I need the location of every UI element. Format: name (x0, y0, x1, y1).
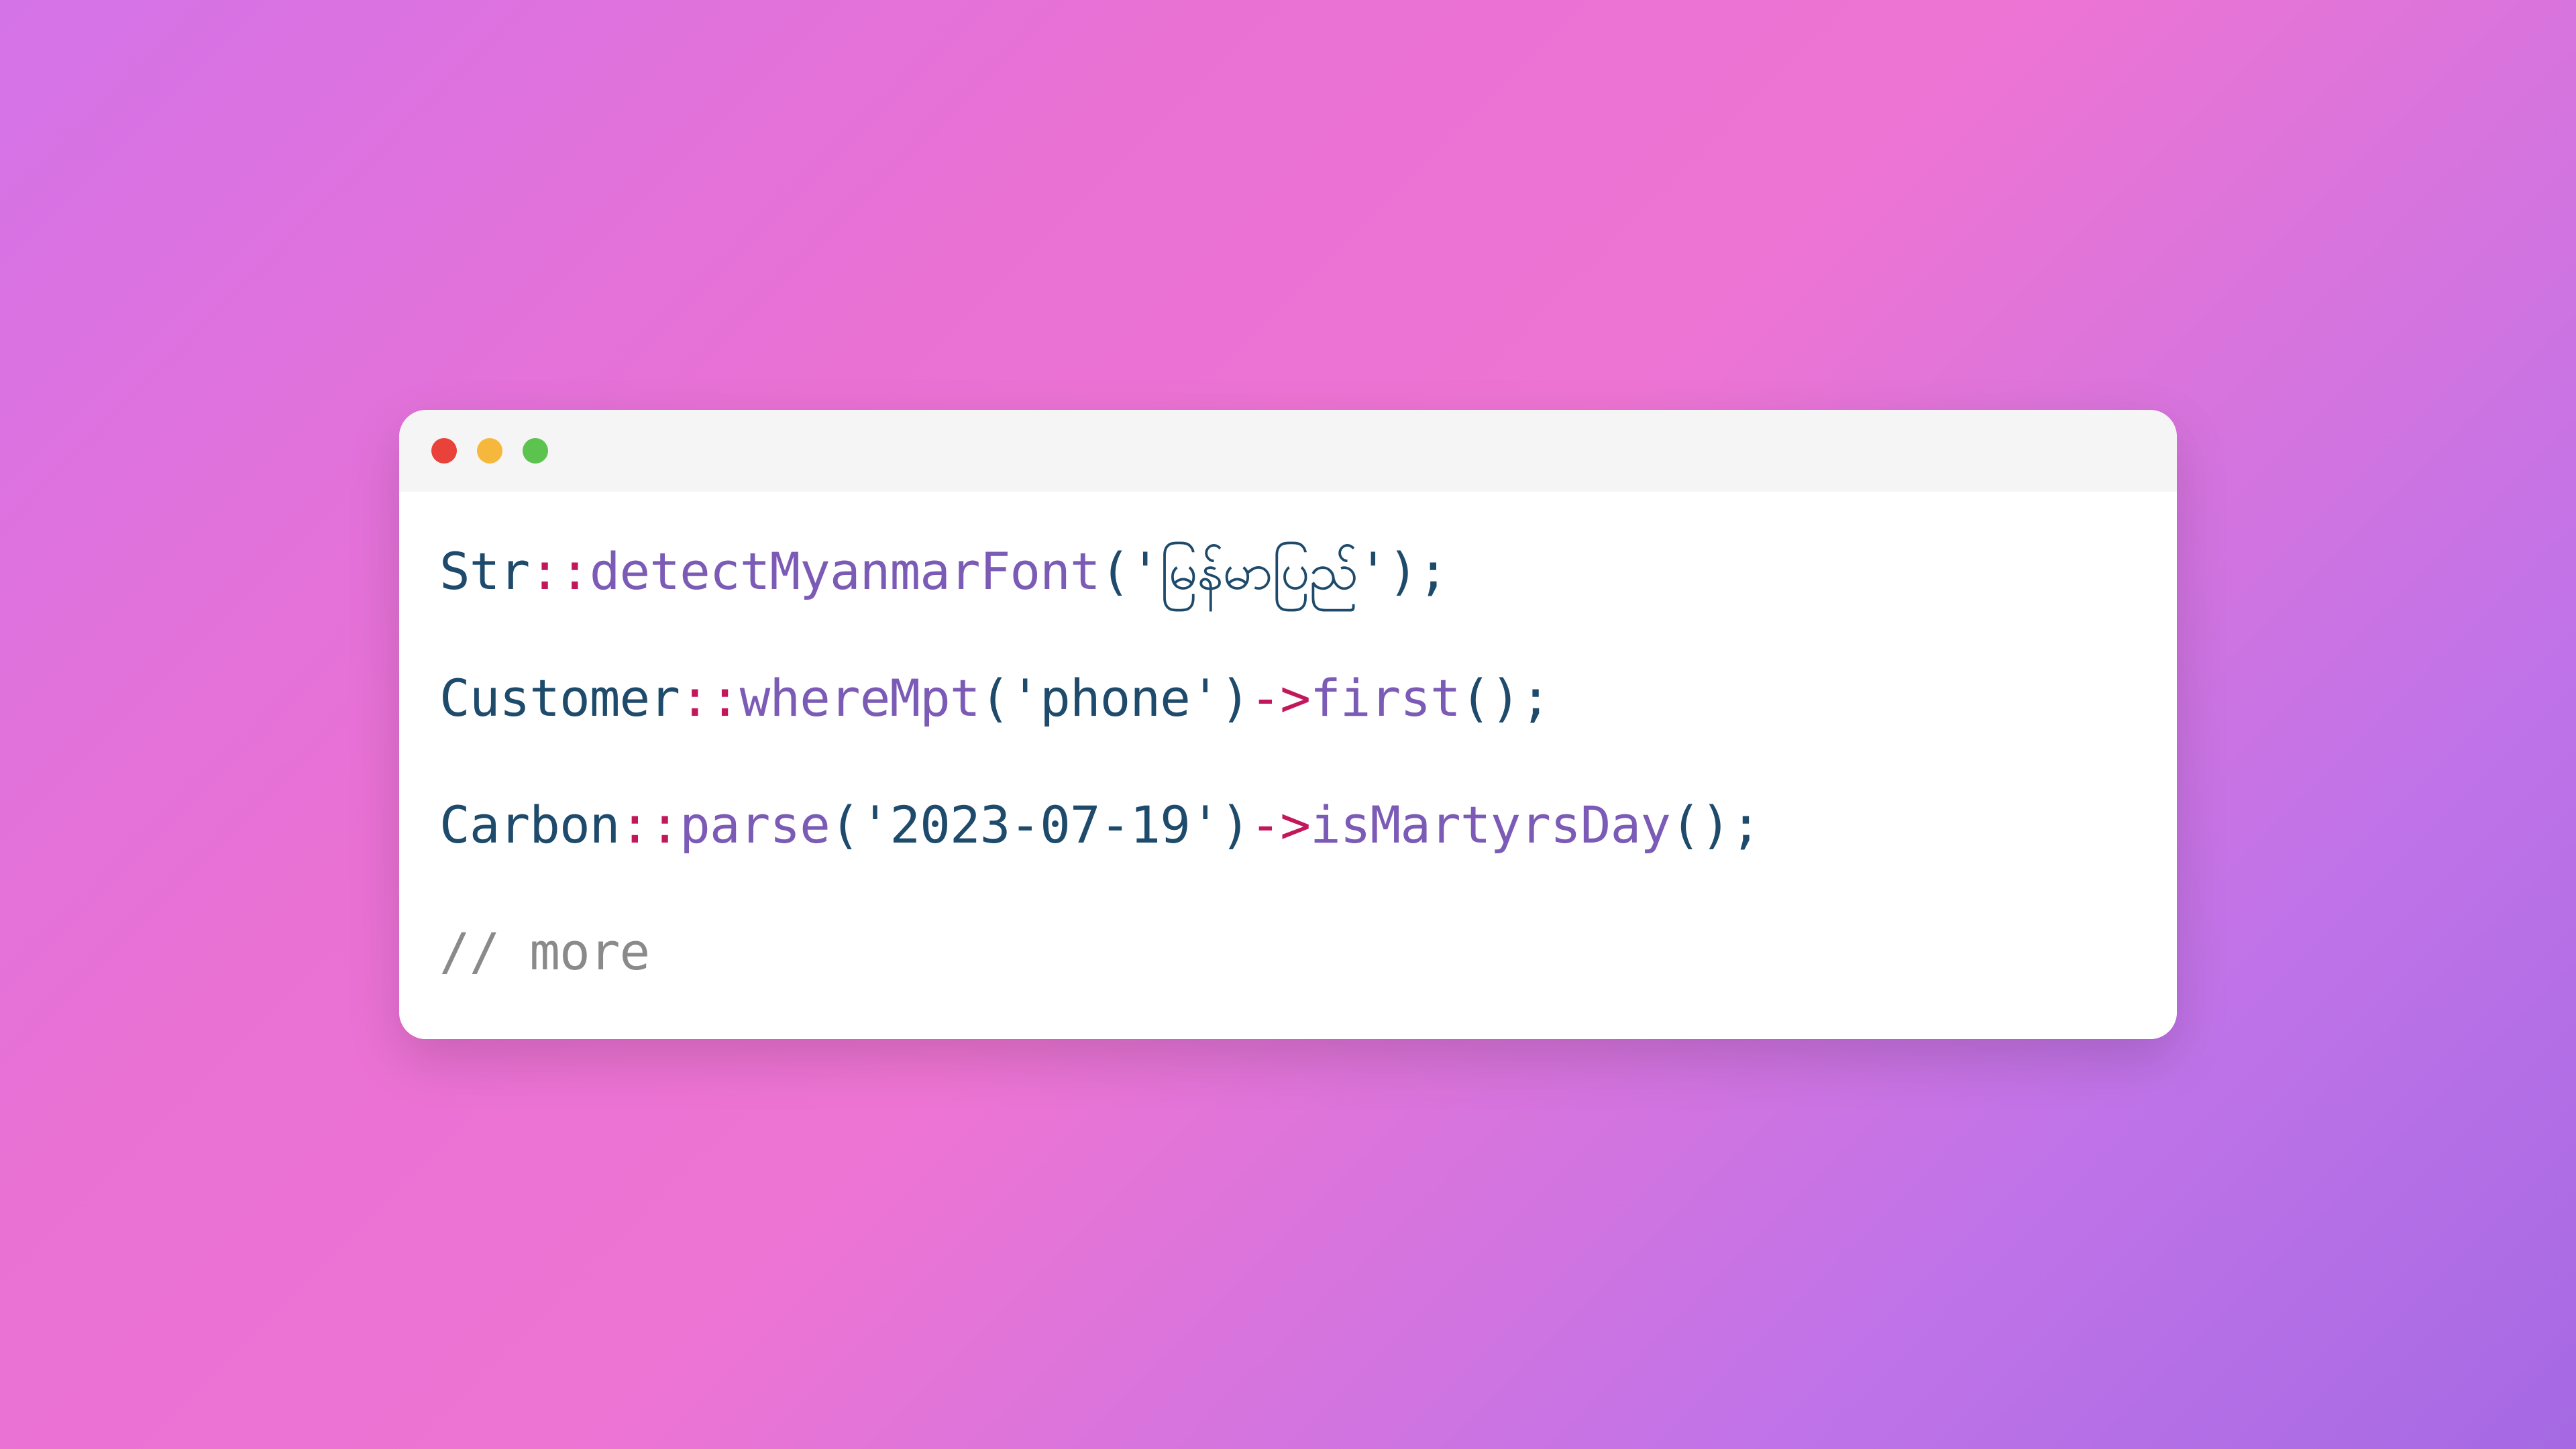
code-token: ) (1220, 668, 1250, 728)
code-token: parse (680, 795, 830, 855)
code-token: first (1310, 668, 1460, 728)
code-token: ; (1520, 668, 1550, 728)
code-line: Carbon::parse('2023-07-19')->isMartyrsDa… (439, 792, 2137, 859)
code-token: ) (1388, 541, 1418, 601)
code-token: ( (980, 668, 1010, 728)
code-window: Str::detectMyanmarFont('မြန်မာပြည်');Cus… (399, 410, 2177, 1038)
maximize-icon[interactable] (523, 438, 548, 464)
code-line: // more (439, 919, 2137, 985)
minimize-icon[interactable] (477, 438, 502, 464)
code-token: -> (1250, 795, 1310, 855)
code-token: ; (1417, 541, 1448, 601)
code-token: () (1670, 795, 1731, 855)
code-line: Customer::whereMpt('phone')->first(); (439, 665, 2137, 732)
code-token: 'မြန်မာပြည်' (1130, 541, 1387, 601)
code-token: ) (1220, 795, 1250, 855)
code-content: Str::detectMyanmarFont('မြန်မာပြည်');Cus… (399, 492, 2177, 1038)
code-line: Str::detectMyanmarFont('မြန်မာပြည်'); (439, 539, 2137, 605)
window-title-bar (399, 410, 2177, 492)
code-token: Str (439, 541, 529, 601)
code-token: // more (439, 922, 649, 981)
code-token: ( (830, 795, 860, 855)
code-token: :: (680, 668, 740, 728)
code-token: -> (1250, 668, 1310, 728)
code-token: :: (529, 541, 590, 601)
code-token: Carbon (439, 795, 620, 855)
code-token: isMartyrsDay (1310, 795, 1670, 855)
code-token: whereMpt (740, 668, 980, 728)
code-token: :: (620, 795, 680, 855)
code-token: () (1460, 668, 1521, 728)
code-token: 'phone' (1010, 668, 1220, 728)
code-token: Customer (439, 668, 680, 728)
close-icon[interactable] (431, 438, 457, 464)
code-token: detectMyanmarFont (590, 541, 1100, 601)
code-token: ; (1731, 795, 1761, 855)
code-token: ( (1100, 541, 1130, 601)
code-token: '2023-07-19' (860, 795, 1220, 855)
